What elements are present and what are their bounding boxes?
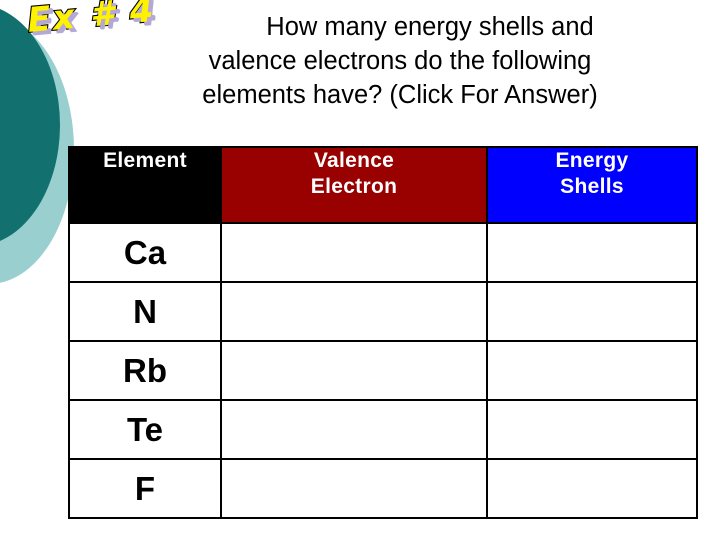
cell-energy-shells[interactable] bbox=[486, 458, 698, 519]
elements-table-container: Element Valence Electron Energy Shells C… bbox=[68, 146, 698, 519]
light-teal-circle bbox=[0, 16, 74, 284]
column-header-element: Element bbox=[68, 146, 222, 224]
cell-valence-electron[interactable] bbox=[220, 458, 488, 519]
column-header-shells-line2: Shells bbox=[560, 175, 624, 198]
title-line-3: elements have? (Click For Answer) bbox=[202, 81, 598, 109]
cell-valence-electron[interactable] bbox=[220, 399, 488, 460]
slide-canvas: Ex # 4 How many energy shells and valenc… bbox=[0, 0, 720, 540]
table-row[interactable]: Ca bbox=[68, 222, 698, 283]
table-row[interactable]: F bbox=[68, 458, 698, 519]
cell-valence-electron[interactable] bbox=[220, 222, 488, 283]
table-header: Element Valence Electron Energy Shells bbox=[68, 146, 698, 224]
elements-table: Element Valence Electron Energy Shells C… bbox=[68, 146, 698, 519]
table-body: Ca N Rb Te F bbox=[68, 222, 698, 519]
column-header-valence-line1: Valence bbox=[313, 149, 395, 172]
title-line-2: valence electrons do the following bbox=[208, 47, 592, 75]
column-header-shells-line1: Energy bbox=[555, 149, 629, 172]
cell-energy-shells[interactable] bbox=[486, 281, 698, 342]
column-header-valence-electron: Valence Electron bbox=[220, 146, 488, 224]
column-header-energy-shells: Energy Shells bbox=[486, 146, 698, 224]
title-line-1: How many energy shells and bbox=[266, 13, 594, 41]
cell-energy-shells[interactable] bbox=[486, 340, 698, 401]
page-title: How many energy shells and valence elect… bbox=[98, 10, 702, 112]
cell-energy-shells[interactable] bbox=[486, 399, 698, 460]
cell-energy-shells[interactable] bbox=[486, 222, 698, 283]
cell-element-name: Te bbox=[68, 399, 222, 460]
cell-valence-electron[interactable] bbox=[220, 281, 488, 342]
cell-element-name: Rb bbox=[68, 340, 222, 401]
cell-valence-electron[interactable] bbox=[220, 340, 488, 401]
cell-element-name: N bbox=[68, 281, 222, 342]
cell-element-name: F bbox=[68, 458, 222, 519]
table-row[interactable]: Te bbox=[68, 399, 698, 460]
table-row[interactable]: N bbox=[68, 281, 698, 342]
table-row[interactable]: Rb bbox=[68, 340, 698, 401]
table-header-row: Element Valence Electron Energy Shells bbox=[68, 146, 698, 224]
column-header-valence-line2: Electron bbox=[310, 175, 398, 198]
cell-element-name: Ca bbox=[68, 222, 222, 283]
